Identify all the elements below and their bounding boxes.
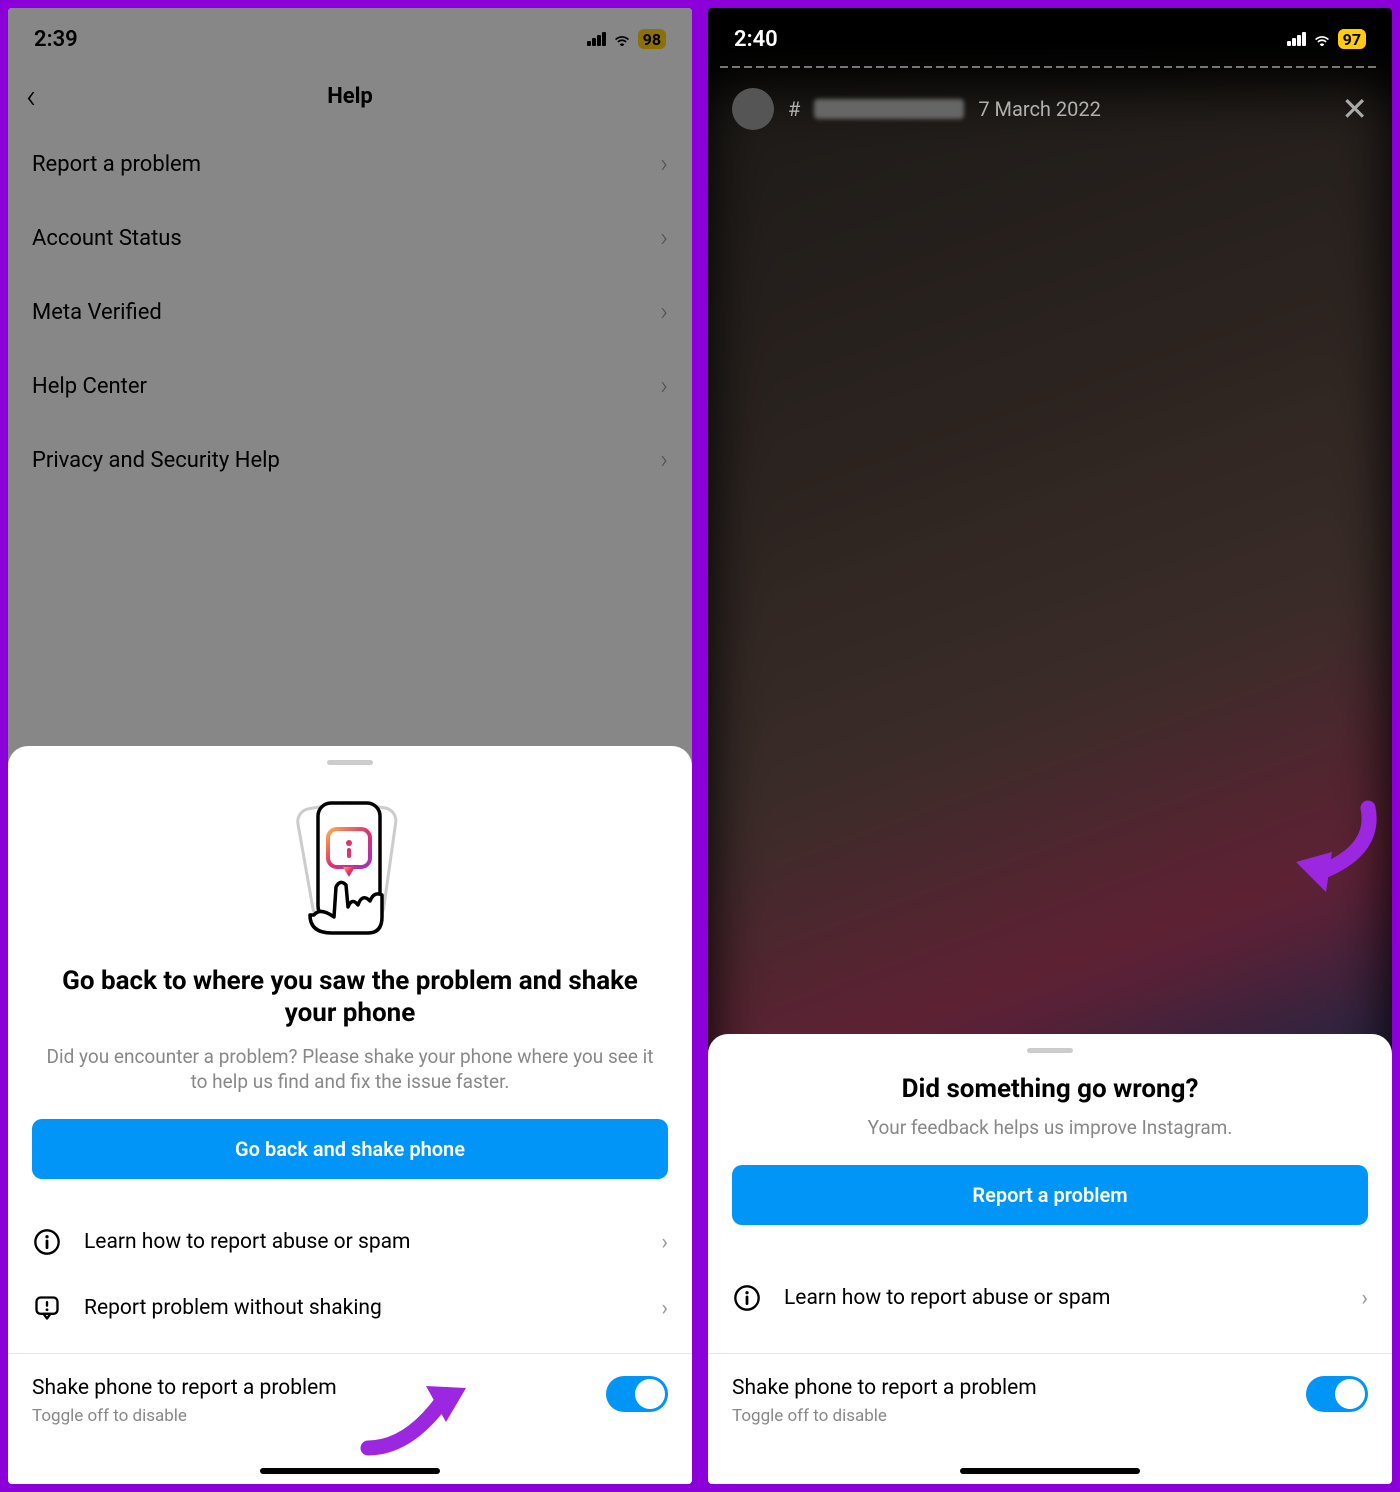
status-indicators: 98: [587, 29, 666, 49]
wifi-icon: [612, 31, 632, 47]
report-problem-sheet: Did something go wrong? Your feedback he…: [708, 1034, 1392, 1484]
menu-item-meta-verified[interactable]: Meta Verified ›: [8, 275, 692, 349]
screen-help: 2:39 98 ‹ Help Report a problem › Account…: [4, 4, 696, 1488]
story-username-redacted: [814, 99, 964, 119]
shake-toggle[interactable]: [1306, 1376, 1368, 1412]
sheet-grabber[interactable]: [327, 760, 373, 765]
shake-phone-illustration: [8, 785, 692, 945]
chevron-right-icon: ›: [660, 223, 668, 253]
status-time: 2:40: [734, 27, 778, 52]
chevron-right-icon: ›: [1361, 1286, 1368, 1311]
menu-label: Privacy and Security Help: [32, 448, 280, 473]
toggle-subtitle: Toggle off to disable: [732, 1406, 1037, 1426]
back-button[interactable]: ‹: [26, 77, 36, 117]
learn-abuse-row[interactable]: Learn how to report abuse or spam ›: [708, 1255, 1392, 1341]
chevron-right-icon: ›: [660, 149, 668, 179]
shake-toggle[interactable]: [606, 1376, 668, 1412]
report-icon: [32, 1293, 62, 1323]
screen-story-report: 2:40 97 # 7 March 2022 ✕ Did something g…: [704, 4, 1396, 1488]
menu-label: Meta Verified: [32, 300, 162, 325]
info-icon: [732, 1283, 762, 1313]
status-bar: 2:40 97: [708, 8, 1392, 66]
sheet-grabber[interactable]: [1027, 1048, 1073, 1053]
learn-abuse-row[interactable]: Learn how to report abuse or spam ›: [8, 1209, 692, 1275]
home-indicator[interactable]: [960, 1468, 1140, 1474]
chevron-right-icon: ›: [661, 1296, 668, 1321]
sheet-title: Go back to where you saw the problem and…: [8, 965, 692, 1030]
chevron-right-icon: ›: [660, 297, 668, 327]
battery-indicator: 97: [1338, 29, 1366, 49]
info-icon: [32, 1227, 62, 1257]
home-indicator[interactable]: [260, 1468, 440, 1474]
sheet-title: Did something go wrong?: [708, 1073, 1392, 1106]
menu-item-help-center[interactable]: Help Center ›: [8, 349, 692, 423]
toggle-subtitle: Toggle off to disable: [32, 1406, 337, 1426]
toggle-title: Shake phone to report a problem: [32, 1376, 337, 1400]
page-title: Help: [327, 84, 373, 109]
shake-report-sheet: Go back to where you saw the problem and…: [8, 746, 692, 1484]
option-label: Learn how to report abuse or spam: [84, 1230, 639, 1254]
go-back-shake-button[interactable]: Go back and shake phone: [32, 1119, 668, 1179]
menu-item-report[interactable]: Report a problem ›: [8, 127, 692, 201]
page-header: ‹ Help: [8, 66, 692, 127]
chevron-right-icon: ›: [660, 371, 668, 401]
menu-label: Account Status: [32, 226, 182, 251]
cellular-icon: [587, 32, 606, 46]
status-bar: 2:39 98: [8, 8, 692, 66]
chevron-right-icon: ›: [660, 445, 668, 475]
battery-indicator: 98: [638, 29, 666, 49]
status-indicators: 97: [1287, 29, 1366, 49]
chevron-right-icon: ›: [661, 1230, 668, 1255]
story-hashtag: #: [788, 97, 800, 121]
menu-label: Help Center: [32, 374, 147, 399]
toggle-title: Shake phone to report a problem: [732, 1376, 1037, 1400]
shake-toggle-row: Shake phone to report a problem Toggle o…: [708, 1353, 1392, 1456]
close-icon[interactable]: ✕: [1341, 90, 1368, 128]
sheet-description: Your feedback helps us improve Instagram…: [708, 1115, 1392, 1141]
report-no-shake-row[interactable]: Report problem without shaking ›: [8, 1275, 692, 1341]
menu-label: Report a problem: [32, 152, 201, 177]
menu-item-account-status[interactable]: Account Status ›: [8, 201, 692, 275]
sheet-description: Did you encounter a problem? Please shak…: [8, 1044, 692, 1095]
option-label: Report problem without shaking: [84, 1296, 639, 1320]
status-time: 2:39: [34, 27, 78, 52]
cellular-icon: [1287, 32, 1306, 46]
menu-item-privacy[interactable]: Privacy and Security Help ›: [8, 423, 692, 497]
shake-toggle-row: Shake phone to report a problem Toggle o…: [8, 1353, 692, 1456]
option-label: Learn how to report abuse or spam: [784, 1286, 1339, 1310]
avatar[interactable]: [732, 88, 774, 130]
story-header: # 7 March 2022 ✕: [708, 68, 1392, 150]
story-date: 7 March 2022: [978, 97, 1101, 121]
wifi-icon: [1312, 31, 1332, 47]
report-problem-button[interactable]: Report a problem: [732, 1165, 1368, 1225]
